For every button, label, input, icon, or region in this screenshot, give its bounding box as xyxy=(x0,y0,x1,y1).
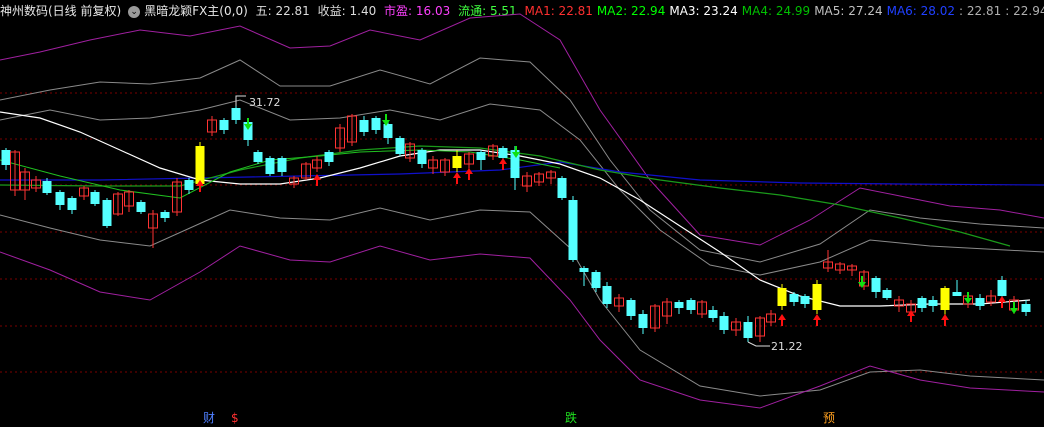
candle-body-down xyxy=(417,150,427,164)
low-price-label: 21.22 xyxy=(771,340,803,353)
candle-body-down xyxy=(231,108,241,120)
sell-arrow-icon xyxy=(1010,302,1018,314)
candle-body-down xyxy=(579,268,589,272)
buy-arrow-icon xyxy=(813,314,821,326)
candle-body-down xyxy=(383,124,393,138)
candle-body-down xyxy=(476,152,486,160)
candle-body-down xyxy=(674,302,684,308)
candle-body-down xyxy=(708,310,718,318)
buy-arrow-icon xyxy=(465,168,473,180)
candlestick-chart[interactable]: 31.72 21.22 xyxy=(0,0,1044,427)
upper-band-purple xyxy=(0,13,1044,246)
candle-body-down xyxy=(940,288,950,310)
candle-body-down xyxy=(498,148,508,158)
candle-body-down xyxy=(395,138,405,154)
candle-body-down xyxy=(90,192,100,204)
candle-body-down xyxy=(371,118,381,130)
candle-body-down xyxy=(568,200,578,260)
dividend-marker[interactable]: $ xyxy=(231,411,239,425)
lower-band-purple xyxy=(0,245,1044,409)
candle-body-down xyxy=(359,120,369,132)
candle-body-down xyxy=(1,150,11,165)
candle-body-down xyxy=(324,152,334,162)
candle-body-down xyxy=(997,280,1007,296)
candle-body-down xyxy=(160,212,170,218)
candle-body-down xyxy=(67,198,77,210)
candle-body-down xyxy=(557,178,567,198)
candle-body-down xyxy=(638,314,648,328)
upper-band-gray-2 xyxy=(0,99,1044,276)
low-leader-line xyxy=(747,341,770,347)
lower-band-gray xyxy=(0,207,1044,397)
buy-arrow-icon xyxy=(941,314,949,326)
candle-body-down xyxy=(800,296,810,304)
buy-arrow-icon xyxy=(778,314,786,326)
candle-body-down xyxy=(952,292,962,296)
buy-arrow-icon xyxy=(499,158,507,170)
drop-marker[interactable]: 跌 xyxy=(565,411,577,425)
candle-body-down xyxy=(265,158,275,174)
candle-body-down xyxy=(253,152,263,162)
candle-body-down xyxy=(602,286,612,304)
candle-body-down xyxy=(219,120,229,130)
candle-body-down xyxy=(928,300,938,306)
candle-body-down xyxy=(777,288,787,306)
candle-body-down xyxy=(102,200,112,226)
candle-body-down xyxy=(1021,304,1031,312)
candle-body-down xyxy=(55,192,65,205)
candle-body-down xyxy=(136,202,146,212)
buy-arrow-icon xyxy=(453,172,461,184)
candle-body-down xyxy=(812,284,822,310)
candle-body-down xyxy=(184,180,194,190)
high-price-label: 31.72 xyxy=(249,96,281,109)
candle-body-down xyxy=(719,316,729,330)
forecast-marker[interactable]: 预 xyxy=(823,411,835,425)
stock-chart-window: 神州数码(日线 前复权) ⌄ 黑暗龙颖FX主(0,0) 五: 22.81 收益: 1… xyxy=(0,0,1044,427)
candle-body-down xyxy=(789,294,799,302)
candle-body-down xyxy=(42,181,52,193)
candle-body-down xyxy=(195,146,205,184)
candle-body-down xyxy=(626,300,636,316)
candle-body-down xyxy=(917,298,927,308)
buy-arrow-icon xyxy=(998,296,1006,308)
finance-marker[interactable]: 财 xyxy=(203,411,215,425)
candle-body-down xyxy=(452,156,462,168)
candle-body-down xyxy=(277,158,287,172)
candle-body-down xyxy=(871,278,881,292)
candle-body-down xyxy=(743,322,753,338)
candle-body-down xyxy=(686,300,696,310)
candle-body-down xyxy=(882,290,892,298)
candle-body-down xyxy=(591,272,601,288)
sell-arrow-icon xyxy=(964,292,972,304)
candle-body-down xyxy=(975,298,985,306)
